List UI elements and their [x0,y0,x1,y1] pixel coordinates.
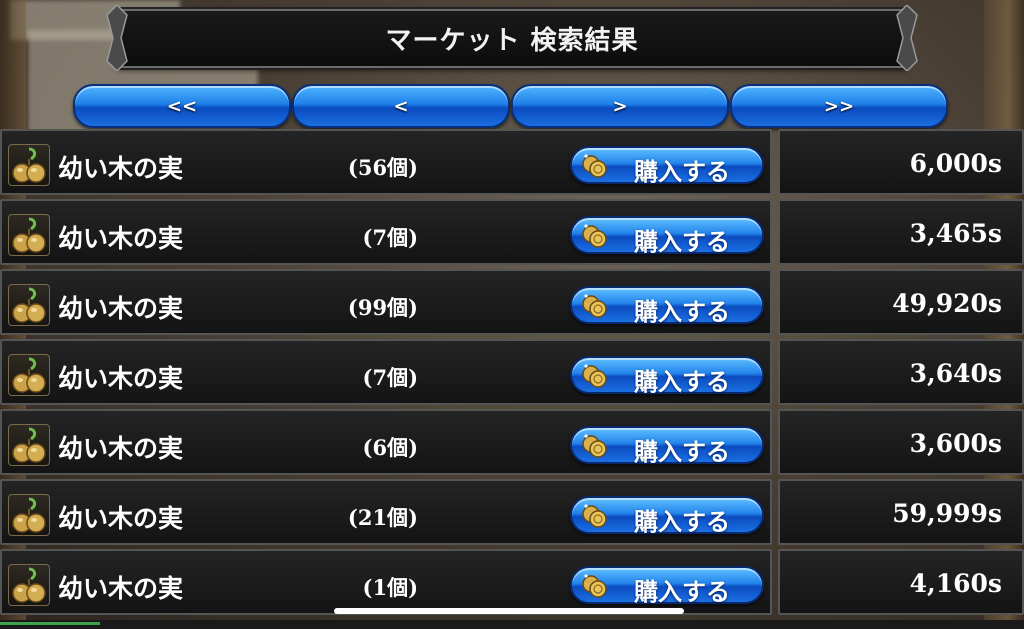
coin-icon [580,292,608,320]
item-quantity: (1個) [362,575,418,600]
buy-button[interactable]: 購入する [570,496,764,536]
listing-panel: 幼い木の実 (6個) 購入する [0,409,772,475]
buy-button[interactable]: 購入する [570,356,764,396]
buy-button[interactable]: 購入する [570,216,764,256]
price-panel: 3,465s [778,199,1024,265]
listing-panel: 幼い木の実 (7個) 購入する [0,199,772,265]
item-price: 4,160s [909,569,1002,598]
seed-icon [8,214,50,256]
item-price: 59,999s [892,499,1002,528]
listing-row: 幼い木の実 (99個) 購入する 49,920s [0,269,1024,337]
listing-panel: 幼い木の実 (1個) 購入する [0,549,772,615]
item-name: 幼い木の実 [58,364,184,393]
item-price: 3,465s [909,219,1002,248]
coin-icon [580,362,608,390]
price-panel: 4,160s [778,549,1024,615]
listing-panel: 幼い木の実 (56個) 購入する [0,129,772,195]
buy-button-label: 購入する [634,298,730,326]
buy-button-label: 購入する [634,508,730,536]
buy-button[interactable]: 購入する [570,286,764,326]
item-quantity: (56個) [347,155,418,180]
item-quantity: (6個) [362,435,418,460]
item-name: 幼い木の実 [58,294,184,323]
first-page-button[interactable]: << [73,84,291,128]
item-quantity: (7個) [362,365,418,390]
coin-icon [580,502,608,530]
item-price: 3,600s [909,429,1002,458]
next-page-button[interactable]: > [511,84,729,128]
home-indicator[interactable] [334,608,684,614]
item-name: 幼い木の実 [58,224,184,253]
buy-button[interactable]: 購入する [570,566,764,606]
listing-row: 幼い木の実 (6個) 購入する 3,600s [0,409,1024,477]
buy-button-label: 購入する [634,368,730,396]
seed-icon [8,144,50,186]
listing-row: 幼い木の実 (7個) 購入する 3,465s [0,199,1024,267]
prev-page-button[interactable]: < [292,84,510,128]
buy-button[interactable]: 購入する [570,146,764,186]
ornament-left-icon [106,5,128,71]
seed-icon [8,494,50,536]
item-name: 幼い木の実 [58,434,184,463]
item-name: 幼い木の実 [58,504,184,533]
coin-icon [580,222,608,250]
price-panel: 59,999s [778,479,1024,545]
ornament-right-icon [896,5,918,71]
item-quantity: (7個) [362,225,418,250]
seed-icon [8,284,50,326]
listing-row: 幼い木の実 (21個) 購入する 59,999s [0,479,1024,547]
page-title: マーケット 検索結果 [385,26,639,56]
item-quantity: (99個) [347,295,418,320]
price-panel: 3,640s [778,339,1024,405]
item-price: 3,640s [909,359,1002,388]
buy-button-label: 購入する [634,578,730,606]
item-name: 幼い木の実 [58,574,184,603]
seed-icon [8,354,50,396]
bottom-strip [0,620,1024,629]
coin-icon [580,152,608,180]
listing-row: 幼い木の実 (1個) 購入する 4,160s [0,549,1024,617]
seed-icon [8,564,50,606]
buy-button-label: 購入する [634,228,730,256]
buy-button-label: 購入する [634,438,730,466]
buy-button-label: 購入する [634,158,730,186]
item-price: 6,000s [909,149,1002,178]
coin-icon [580,432,608,460]
item-price: 49,920s [892,289,1002,318]
seed-icon [8,424,50,466]
listing-row: 幼い木の実 (56個) 購入する 6,000s [0,129,1024,197]
item-name: 幼い木の実 [58,154,184,183]
price-panel: 3,600s [778,409,1024,475]
listing-panel: 幼い木の実 (99個) 購入する [0,269,772,335]
item-quantity: (21個) [347,505,418,530]
price-panel: 49,920s [778,269,1024,335]
last-page-button[interactable]: >> [730,84,948,128]
listing-panel: 幼い木の実 (21個) 購入する [0,479,772,545]
listing-panel: 幼い木の実 (7個) 購入する [0,339,772,405]
progress-strip [0,622,100,625]
coin-icon [580,572,608,600]
buy-button[interactable]: 購入する [570,426,764,466]
listing-row: 幼い木の実 (7個) 購入する 3,640s [0,339,1024,407]
title-bar: マーケット 検索結果 [106,5,918,71]
price-panel: 6,000s [778,129,1024,195]
